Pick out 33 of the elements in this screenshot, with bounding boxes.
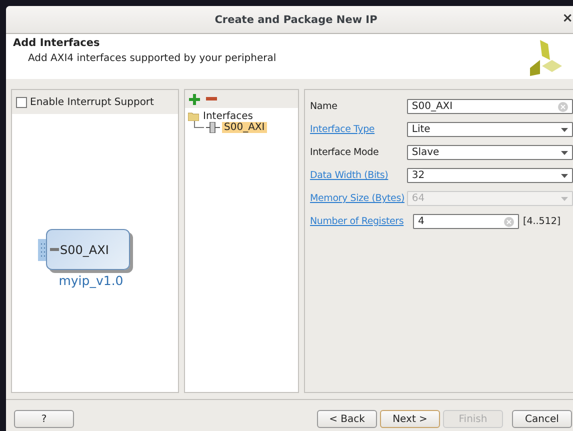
help-button[interactable]: ? xyxy=(14,410,74,428)
tree-item[interactable]: S00_AXI xyxy=(222,122,267,133)
wizard-button[interactable]: < Back xyxy=(317,410,377,428)
text-field[interactable]: 4 xyxy=(413,214,519,229)
property-label: Name xyxy=(310,101,338,112)
window-title: Create and Package New IP xyxy=(214,14,378,26)
interface-icon xyxy=(206,122,220,133)
ip-block[interactable]: S00_AXI xyxy=(46,229,130,270)
port-pin-icon xyxy=(50,248,59,251)
page-subtitle: Add AXI4 interfaces supported by your peripheral xyxy=(28,53,276,64)
remove-icon[interactable] xyxy=(206,97,217,101)
wizard-button[interactable]: Cancel xyxy=(512,410,572,428)
clear-icon[interactable] xyxy=(504,216,514,226)
page-title: Add Interfaces xyxy=(13,37,101,49)
wizard-button[interactable]: Next > xyxy=(380,410,440,428)
caret-icon xyxy=(561,128,568,132)
dropdown[interactable]: Slave xyxy=(406,145,573,160)
text-field[interactable]: S00_AXI xyxy=(406,99,573,114)
caret-icon xyxy=(561,196,568,200)
property-label: Interface Mode xyxy=(310,147,380,158)
dropdown[interactable]: Lite xyxy=(406,122,573,137)
caret-icon xyxy=(561,174,568,178)
folder-icon xyxy=(188,112,199,121)
logo-icon xyxy=(528,40,562,76)
port-label: S00_AXI xyxy=(60,242,109,256)
caret-icon xyxy=(561,150,568,154)
clear-icon[interactable] xyxy=(558,102,568,112)
ip-name: myip_v1.0 xyxy=(58,273,124,288)
range-hint: [4..512] xyxy=(523,216,561,227)
close-button[interactable]: × xyxy=(562,12,573,26)
dropdown[interactable]: 32 xyxy=(406,168,573,183)
add-icon[interactable] xyxy=(189,94,200,104)
tree-item[interactable]: Interfaces xyxy=(203,111,253,122)
